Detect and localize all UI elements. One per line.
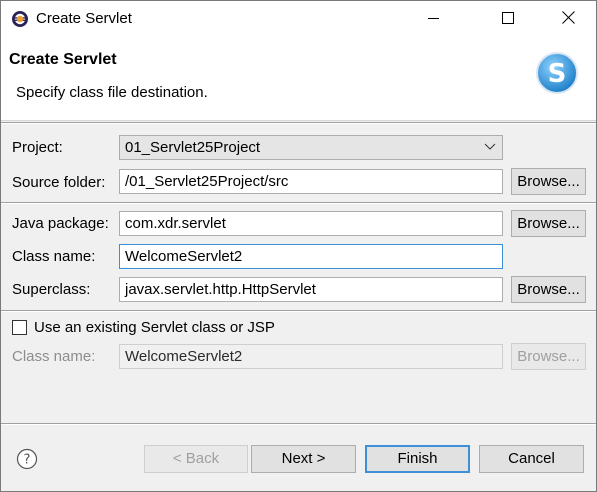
create-servlet-dialog: Create Servlet Create Servlet Specify cl… [0,0,597,492]
project-label: Project: [12,139,63,156]
banner-title: Create Servlet [9,51,117,68]
separator [1,423,596,425]
separator [1,310,596,312]
java-package-input[interactable]: com.xdr.servlet [119,211,503,236]
project-combo[interactable]: 01_Servlet25Project [119,135,503,160]
finish-button[interactable]: Finish [365,445,470,473]
superclass-browse-button[interactable]: Browse... [511,276,586,303]
window-title: Create Servlet [36,10,132,27]
svg-text:?: ? [24,453,31,468]
class-name-label: Class name: [12,248,96,265]
separator [1,122,596,124]
close-icon [561,11,575,28]
superclass-label: Superclass: [12,281,91,298]
cancel-button[interactable]: Cancel [479,445,584,473]
eclipse-icon [11,10,29,28]
use-existing-checkbox[interactable] [12,320,27,335]
wizard-banner: Create Servlet Specify class file destin… [1,38,596,121]
java-package-browse-button[interactable]: Browse... [511,210,586,237]
banner-subtitle: Specify class file destination. [16,84,208,101]
use-existing-option[interactable]: Use an existing Servlet class or JSP [12,319,275,336]
servlet-logo-icon: S [534,50,580,96]
existing-class-browse-button: Browse... [511,343,586,370]
chevron-down-icon [484,137,496,159]
source-folder-browse-button[interactable]: Browse... [511,168,586,195]
maximize-button[interactable] [485,1,531,38]
existing-class-name-label: Class name: [12,348,96,365]
help-icon[interactable]: ? [16,448,38,470]
back-button: < Back [144,445,248,473]
title-bar[interactable]: Create Servlet [1,1,596,38]
source-folder-input[interactable]: /01_Servlet25Project/src [119,169,503,194]
java-package-label: Java package: [12,215,109,232]
svg-text:S: S [548,59,567,89]
use-existing-label: Use an existing Servlet class or JSP [34,319,275,336]
next-button[interactable]: Next > [251,445,356,473]
project-value: 01_Servlet25Project [125,139,261,156]
class-name-input[interactable]: WelcomeServlet2 [119,244,503,269]
minimize-button[interactable] [411,1,457,38]
maximize-icon [502,11,514,28]
superclass-input[interactable]: javax.servlet.http.HttpServlet [119,277,503,302]
existing-class-name-input: WelcomeServlet2 [119,344,503,369]
minimize-icon [428,11,440,28]
source-folder-label: Source folder: [12,174,106,191]
separator [1,202,596,204]
close-button[interactable] [545,1,591,38]
